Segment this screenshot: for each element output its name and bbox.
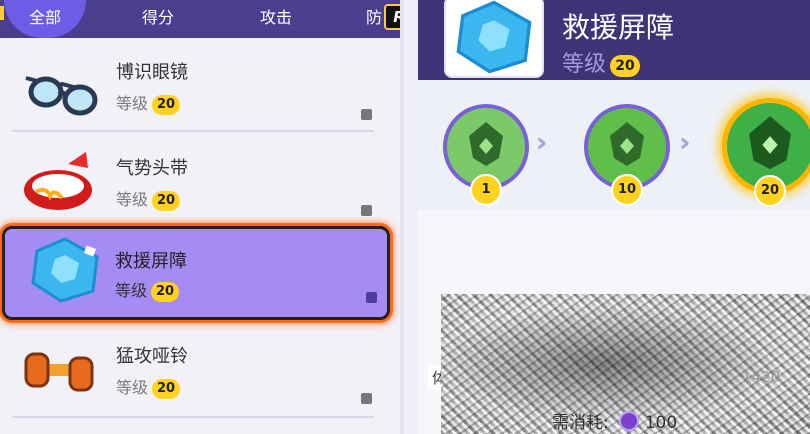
item-level: 等级 20 — [116, 90, 181, 115]
level-badge: 20 — [152, 191, 181, 211]
level-badge: 20 — [151, 282, 180, 302]
chevron-right-icon: ›› — [679, 128, 695, 158]
item-name: 救援屏障 — [115, 251, 187, 272]
tab-score[interactable]: 得分 — [128, 0, 188, 38]
level-badge: 20 — [610, 55, 641, 77]
divider — [12, 130, 374, 132]
stat-value: 1420 — [742, 368, 781, 386]
glasses-icon — [25, 76, 98, 116]
stage-10[interactable]: 10 — [584, 104, 670, 206]
list-item-glasses[interactable]: 博识眼镜 等级 20 — [12, 38, 374, 132]
stage-level-badge: 10 — [611, 174, 643, 206]
status-dot — [361, 109, 372, 120]
tab-all[interactable]: 全部 — [4, 0, 86, 38]
detail-header: 救援屏障 等级 20 — [418, 0, 810, 80]
item-name: 博识眼镜 — [116, 62, 188, 83]
r-button-icon[interactable]: R — [384, 4, 400, 30]
status-dot — [361, 393, 372, 404]
item-level: 等级 20 — [116, 186, 181, 211]
divider — [12, 416, 374, 418]
dumbbell-icon — [24, 352, 94, 392]
level-badge: 20 — [152, 379, 181, 399]
stage-20[interactable]: 20 — [722, 98, 810, 207]
category-tabs: 全部 得分 攻击 防 — [0, 0, 400, 38]
barrier-icon — [456, 0, 532, 74]
item-list-panel: 全部 得分 攻击 防 R 博识眼镜 等级20 气势头带 等级20 — [0, 0, 400, 434]
detail-title: 救援屏障 — [562, 11, 675, 44]
item-name: 气势头带 — [116, 158, 188, 179]
list-item-rescue-barrier[interactable]: 救援屏障 等级 20 — [2, 226, 390, 320]
tab-attack[interactable]: 攻击 — [246, 0, 306, 38]
gem-icon — [618, 411, 639, 431]
chevron-right-icon: ›› — [536, 128, 552, 158]
stage-1[interactable]: 1 — [443, 104, 529, 206]
stage-level-badge: 20 — [754, 175, 786, 207]
detail-thumbnail — [444, 0, 544, 78]
detail-level: 等级 20 — [562, 46, 641, 78]
stage-level-badge: 1 — [470, 174, 502, 206]
list-item-headband[interactable]: 气势头带 等级 20 — [12, 134, 374, 228]
item-level: 等级 20 — [116, 374, 181, 399]
barrier-icon — [31, 237, 99, 303]
upgrade-cost: 需消耗: 100 — [552, 411, 678, 433]
scrollbar[interactable] — [400, 0, 404, 434]
item-level: 等级 20 — [115, 277, 180, 302]
status-dot — [361, 205, 372, 216]
level-badge: 20 — [152, 95, 181, 115]
corner-marker — [0, 6, 4, 20]
headband-icon — [24, 152, 92, 210]
item-name: 猛攻哑铃 — [116, 346, 188, 367]
list-item-dumbbell[interactable]: 猛攻哑铃 等级 20 — [12, 322, 374, 416]
tab-defense[interactable]: 防 — [364, 0, 384, 38]
status-dot — [366, 292, 377, 303]
